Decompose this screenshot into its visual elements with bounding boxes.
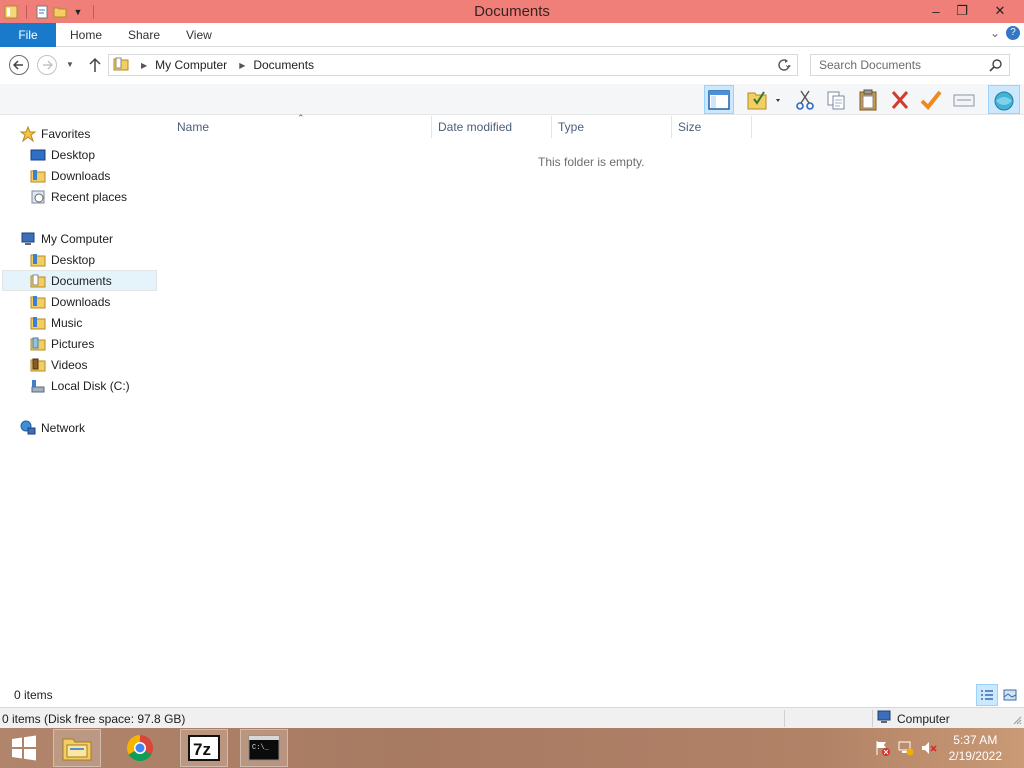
tab-home[interactable]: Home xyxy=(56,23,116,47)
breadcrumb-separator-icon[interactable]: ▶ xyxy=(239,61,245,70)
documents-folder-icon xyxy=(30,273,46,289)
restore-button[interactable]: ❐ xyxy=(946,0,978,22)
navigation-bar: ▼ ▶ My Computer ▶ Documents ⌄ xyxy=(0,48,1024,82)
nav-computer-local-disk[interactable]: Local Disk (C:) xyxy=(30,375,130,396)
properties-icon[interactable] xyxy=(742,85,786,114)
videos-folder-icon xyxy=(30,357,46,373)
search-box[interactable] xyxy=(810,54,1010,76)
cmd-icon[interactable]: C:\_ xyxy=(240,729,288,767)
command-toolbar xyxy=(0,84,1024,115)
nav-computer-videos[interactable]: Videos xyxy=(30,354,87,375)
navigation-pane: Favorites Desktop Downloads Recent place… xyxy=(0,116,157,686)
nav-favorites-desktop[interactable]: Desktop xyxy=(30,144,95,165)
breadcrumb-documents[interactable]: Documents xyxy=(253,58,314,72)
nav-computer-documents[interactable]: Documents xyxy=(2,270,157,291)
expand-ribbon-icon[interactable]: ⌄ xyxy=(990,26,1000,40)
network-tray-icon[interactable] xyxy=(897,739,915,757)
status-divider xyxy=(784,710,785,727)
refresh-icon[interactable] xyxy=(776,57,792,76)
item-count: 0 items xyxy=(14,688,53,702)
clock-time: 5:37 AM xyxy=(953,733,998,747)
recent-places-icon xyxy=(30,189,46,205)
file-list[interactable]: ⌃ Name Date modified Type Size This fold… xyxy=(160,113,1024,686)
checkmark-icon[interactable] xyxy=(916,85,946,114)
resize-grip-icon[interactable] xyxy=(1012,714,1022,725)
rename-icon[interactable] xyxy=(949,85,979,114)
status-divider xyxy=(872,710,873,727)
large-icons-view-icon[interactable] xyxy=(999,684,1021,706)
network-icon xyxy=(20,420,36,436)
nav-computer-music[interactable]: Music xyxy=(30,312,82,333)
window-title: Documents xyxy=(474,3,550,20)
nav-computer-pictures[interactable]: Pictures xyxy=(30,333,94,354)
address-bar[interactable]: ▶ My Computer ▶ Documents ⌄ xyxy=(108,54,798,76)
downloads-folder-icon xyxy=(30,294,46,310)
svg-text:7z: 7z xyxy=(193,740,211,759)
delete-icon[interactable] xyxy=(885,85,915,114)
star-icon xyxy=(20,125,36,142)
chrome-icon[interactable] xyxy=(116,729,164,767)
ribbon-tabs: File Home Share View ⌄ ? xyxy=(0,23,1024,47)
details-view-icon[interactable] xyxy=(976,684,998,706)
status-free-space: 0 items (Disk free space: 97.8 GB) xyxy=(2,712,186,726)
empty-folder-message: This folder is empty. xyxy=(538,155,645,169)
close-button[interactable]: ✕ xyxy=(982,0,1018,22)
desktop-icon xyxy=(30,147,46,163)
computer-icon xyxy=(877,710,893,727)
volume-muted-icon[interactable] xyxy=(920,739,938,757)
forward-button[interactable] xyxy=(37,55,57,75)
nav-network[interactable]: Network xyxy=(20,417,85,438)
tab-file[interactable]: File xyxy=(0,23,56,47)
pictures-folder-icon xyxy=(30,336,46,352)
nav-favorites-recent-places[interactable]: Recent places xyxy=(30,186,127,207)
start-button[interactable] xyxy=(0,729,48,767)
7zip-icon[interactable]: 7z xyxy=(180,729,228,767)
search-input[interactable] xyxy=(819,58,989,72)
nav-computer-downloads[interactable]: Downloads xyxy=(30,291,110,312)
column-header-date-modified[interactable]: Date modified xyxy=(432,116,552,138)
paste-icon[interactable] xyxy=(853,85,883,114)
search-icon[interactable] xyxy=(989,58,1003,75)
title-bar[interactable]: ▼ Documents – ❐ ✕ xyxy=(0,0,1024,23)
svg-text:C:\_: C:\_ xyxy=(252,744,270,752)
nav-favorites-downloads[interactable]: Downloads xyxy=(30,165,110,186)
back-button[interactable] xyxy=(9,55,29,75)
file-explorer-icon[interactable] xyxy=(53,729,101,767)
up-arrow-icon[interactable] xyxy=(88,57,102,76)
column-header-type[interactable]: Type xyxy=(552,116,672,138)
taskbar: 7z C:\_ 5:37 AM 2/19/2022 xyxy=(0,728,1024,768)
tab-view[interactable]: View xyxy=(172,23,226,47)
local-disk-icon xyxy=(30,378,46,394)
computer-icon xyxy=(20,231,36,247)
documents-folder-icon xyxy=(113,56,129,75)
taskbar-clock[interactable]: 5:37 AM 2/19/2022 xyxy=(949,732,1002,764)
column-header-size[interactable]: Size xyxy=(672,116,752,138)
tab-share[interactable]: Share xyxy=(114,23,174,47)
help-icon[interactable]: ? xyxy=(1006,26,1020,40)
breadcrumb-my-computer[interactable]: My Computer xyxy=(155,58,227,72)
shell-icon[interactable] xyxy=(988,85,1020,114)
nav-favorites[interactable]: Favorites xyxy=(20,123,90,144)
copy-icon[interactable] xyxy=(821,85,851,114)
cut-icon[interactable] xyxy=(790,85,820,114)
column-header-name[interactable]: Name xyxy=(171,116,432,138)
status-bar: 0 items (Disk free space: 97.8 GB) Compu… xyxy=(0,707,1024,728)
breadcrumb-separator-icon[interactable]: ▶ xyxy=(141,61,147,70)
music-folder-icon xyxy=(30,315,46,331)
desktop-folder-icon xyxy=(30,252,46,268)
nav-computer-desktop[interactable]: Desktop xyxy=(30,249,95,270)
recent-locations-icon[interactable]: ▼ xyxy=(66,60,74,69)
status-zone: Computer xyxy=(877,710,950,727)
clock-date: 2/19/2022 xyxy=(948,749,1002,763)
nav-my-computer[interactable]: My Computer xyxy=(20,228,113,249)
preview-pane-icon[interactable] xyxy=(704,85,734,114)
downloads-folder-icon xyxy=(30,168,46,184)
item-count-bar: 0 items xyxy=(0,684,1024,706)
action-center-flag-icon[interactable] xyxy=(873,739,891,757)
